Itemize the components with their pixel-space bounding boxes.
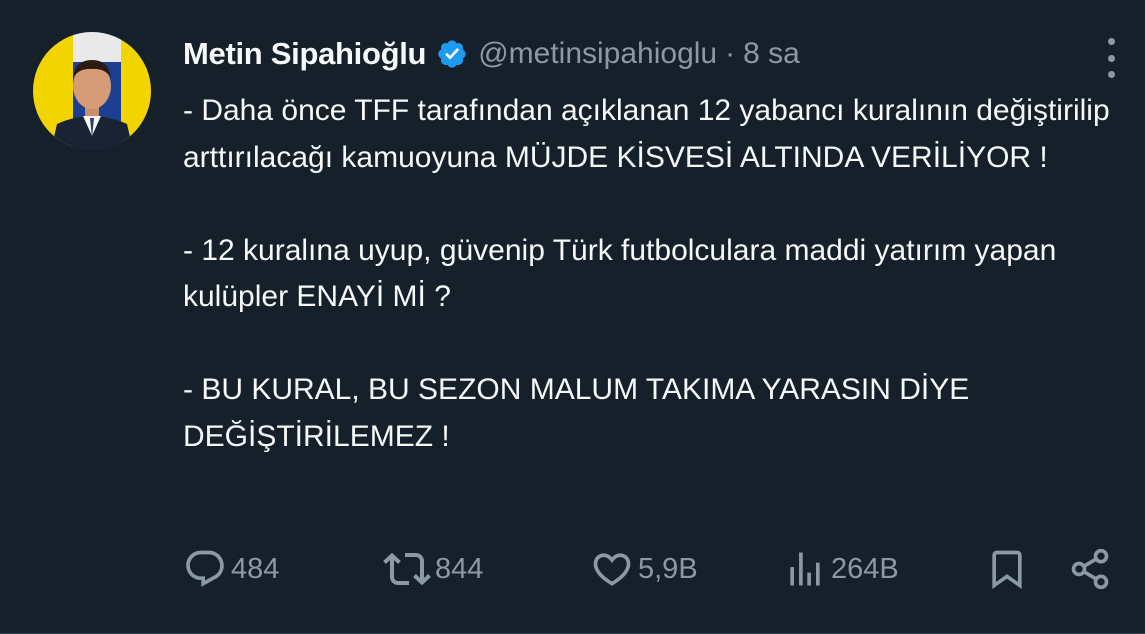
retweet-button[interactable]: 844 bbox=[383, 545, 483, 593]
like-button[interactable]: 5,9B bbox=[590, 545, 698, 593]
retweet-count: 844 bbox=[435, 552, 484, 585]
tweet-timestamp[interactable]: 8 sa bbox=[743, 37, 800, 71]
author-name[interactable]: Metin Sipahioğlu bbox=[183, 36, 426, 72]
views-button[interactable]: 264B bbox=[783, 545, 899, 593]
tweet-header: Metin Sipahioğlu @metinsipahioglu · 8 sa bbox=[183, 30, 800, 78]
reply-icon bbox=[183, 547, 227, 591]
avatar[interactable] bbox=[33, 32, 151, 150]
more-dot bbox=[1107, 71, 1115, 78]
tweet-paragraph: - 12 kuralına uyup, güvenip Türk futbolc… bbox=[183, 233, 1057, 314]
views-icon bbox=[783, 547, 827, 591]
reply-count: 484 bbox=[231, 552, 280, 585]
like-icon bbox=[590, 547, 634, 591]
reply-button[interactable]: 484 bbox=[183, 545, 279, 593]
avatar-image bbox=[33, 32, 151, 150]
bookmark-button[interactable] bbox=[985, 545, 1029, 593]
share-button[interactable] bbox=[1068, 545, 1112, 593]
share-icon bbox=[1068, 547, 1112, 591]
retweet-icon bbox=[383, 545, 431, 593]
more-dot bbox=[1107, 38, 1115, 45]
separator-dot: · bbox=[725, 37, 736, 70]
tweet-paragraph: - BU KURAL, BU SEZON MALUM TAKIMA YARASI… bbox=[183, 373, 970, 453]
tweet-paragraph: - Daha önce TFF tarafından açıklanan 12 … bbox=[183, 94, 1110, 174]
tweet-card: Metin Sipahioğlu @metinsipahioglu · 8 sa… bbox=[0, 0, 1145, 634]
like-count: 5,9B bbox=[638, 552, 698, 585]
verified-badge-icon bbox=[436, 38, 468, 70]
more-icon[interactable] bbox=[1098, 38, 1124, 78]
author-handle[interactable]: @metinsipahioglu bbox=[478, 37, 717, 71]
views-count: 264B bbox=[831, 552, 899, 585]
more-dot bbox=[1107, 54, 1115, 62]
tweet-text: - Daha önce TFF tarafından açıklanan 12 … bbox=[183, 88, 1138, 460]
action-bar: 484 844 5,9B 264B bbox=[183, 545, 1118, 593]
bookmark-icon bbox=[985, 547, 1029, 591]
